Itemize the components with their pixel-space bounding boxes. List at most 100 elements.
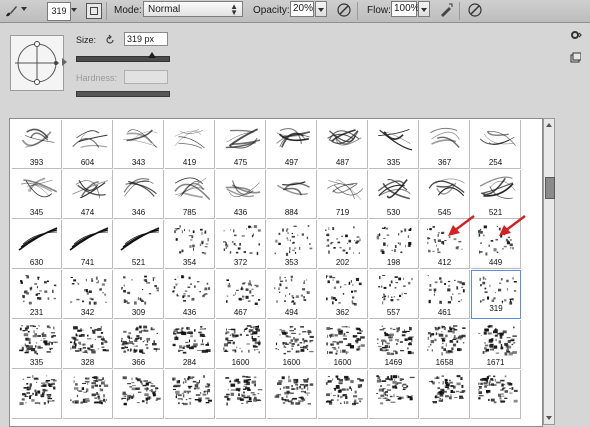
pressure-opacity-icon[interactable] (336, 2, 352, 18)
brush-preset-cell[interactable]: 530 (369, 170, 419, 219)
brush-preset-cell[interactable]: 1671 (471, 320, 521, 369)
brush-preset-cell[interactable]: 1469 (369, 320, 419, 369)
brush-preset-cell[interactable]: 367 (420, 120, 470, 169)
brush-preset-cell[interactable] (12, 370, 62, 419)
brush-angle-preview[interactable] (10, 35, 64, 91)
hardness-slider[interactable] (76, 91, 170, 97)
size-slider-thumb[interactable] (148, 52, 156, 58)
brush-preset-cell[interactable]: 475 (216, 120, 266, 169)
brush-preset-cell[interactable]: 393 (12, 120, 62, 169)
gear-icon[interactable] (570, 29, 582, 41)
brush-size-label: 335 (29, 358, 44, 367)
brush-size-label: 366 (131, 358, 146, 367)
brush-preset-cell[interactable] (114, 370, 164, 419)
options-bar: 319 Mode: Normal ▲ ▼ Opacity: 20% Flow: 1… (0, 0, 590, 23)
brush-preset-cell[interactable] (420, 370, 470, 419)
brush-preset-cell[interactable]: 436 (216, 170, 266, 219)
flow-input[interactable]: 100% (391, 1, 420, 17)
brush-preset-cell[interactable]: 353 (267, 220, 317, 269)
brush-preset-cell[interactable]: 557 (369, 270, 419, 319)
brush-preset-cell[interactable] (471, 370, 521, 419)
brush-preset-cell[interactable]: 521 (114, 220, 164, 269)
tool-preset-caret-icon[interactable] (21, 7, 27, 11)
brush-preset-cell[interactable]: 346 (114, 170, 164, 219)
brush-preset-cell[interactable]: 1600 (318, 320, 368, 369)
brush-preset-cell[interactable]: 343 (114, 120, 164, 169)
brush-tip-thumbnail-icon (378, 275, 413, 305)
brush-tip-thumbnail-icon (70, 276, 107, 305)
brush-preset-cell[interactable]: 1658 (420, 320, 470, 369)
grid-scrollbar[interactable] (543, 118, 555, 425)
brush-tip-thumbnail-icon (225, 128, 261, 149)
brush-size-label: 521 (131, 258, 146, 267)
scroll-up-icon[interactable] (546, 123, 552, 127)
brush-preset-cell[interactable]: 362 (318, 270, 368, 319)
brush-preset-cell[interactable]: 231 (12, 270, 62, 319)
brush-preset-cell[interactable] (165, 370, 215, 419)
brush-preset-cell[interactable]: 604 (63, 120, 113, 169)
brush-preset-cell[interactable]: 497 (267, 120, 317, 169)
brush-preset-cell[interactable]: 494 (267, 270, 317, 319)
brush-tool-icon[interactable] (3, 3, 19, 19)
size-input[interactable]: 319 px (124, 32, 168, 46)
brush-tip-thumbnail-icon (378, 129, 413, 151)
brush-preset-cell[interactable]: 1600 (216, 320, 266, 369)
opacity-input[interactable]: 20% (290, 1, 314, 17)
brush-preset-cell[interactable]: 202 (318, 220, 368, 269)
airbrush-icon[interactable] (438, 2, 454, 18)
brush-preset-cell[interactable]: 785 (165, 170, 215, 219)
brush-preset-cell[interactable]: 884 (267, 170, 317, 219)
brush-preset-cell[interactable]: 487 (318, 120, 368, 169)
brush-preset-cell[interactable]: 335 (369, 120, 419, 169)
pressure-size-icon[interactable] (467, 2, 483, 18)
brush-size-label: 557 (386, 308, 401, 317)
brush-preset-cell[interactable] (369, 370, 419, 419)
brush-preset-cell[interactable]: 1600 (267, 320, 317, 369)
brush-preset-cell[interactable]: 354 (165, 220, 215, 269)
brush-preset-cell[interactable]: 545 (420, 170, 470, 219)
brush-tip-thumbnail-icon (478, 375, 518, 404)
brush-preset-cell[interactable]: 630 (12, 220, 62, 269)
brush-preset-cell[interactable]: 254 (471, 120, 521, 169)
brush-preset-cell[interactable]: 328 (63, 320, 113, 369)
brush-preset-cell[interactable]: 436 (165, 270, 215, 319)
scroll-down-icon[interactable] (546, 416, 552, 420)
brush-preset-cell[interactable]: 309 (114, 270, 164, 319)
toggle-brush-panel-button[interactable] (86, 3, 102, 19)
brush-preset-cell[interactable]: 719 (318, 170, 368, 219)
opacity-dropdown[interactable] (315, 1, 327, 17)
brush-preset-cell[interactable]: 198 (369, 220, 419, 269)
brush-preset-cell[interactable] (63, 370, 113, 419)
brush-picker-caret-icon[interactable] (71, 8, 77, 12)
brush-size-picker[interactable]: 319 (47, 2, 71, 21)
brush-size-label: 1600 (333, 358, 352, 367)
brush-size-label: 393 (29, 158, 44, 167)
brush-size-label: 328 (80, 358, 95, 367)
brush-preset-cell[interactable] (267, 370, 317, 419)
mode-label: Mode: (114, 5, 142, 16)
brush-preset-cell[interactable] (318, 370, 368, 419)
brush-tip-thumbnail-icon (223, 225, 261, 256)
brush-preset-cell[interactable]: 345 (12, 170, 62, 219)
brush-preset-cell[interactable]: 342 (63, 270, 113, 319)
mode-select[interactable]: Normal ▲ ▼ (143, 1, 243, 17)
brush-preset-cell[interactable]: 741 (63, 220, 113, 269)
brush-preset-cell[interactable]: 419 (165, 120, 215, 169)
brush-preset-cell[interactable]: 319 (471, 270, 521, 319)
scrollbar-thumb[interactable] (545, 177, 555, 199)
brush-preset-cell[interactable]: 521 (471, 170, 521, 219)
brush-preset-cell[interactable]: 461 (420, 270, 470, 319)
reset-size-icon[interactable] (104, 34, 116, 46)
brush-preset-cell[interactable]: 467 (216, 270, 266, 319)
brush-preset-cell[interactable]: 284 (165, 320, 215, 369)
brush-preset-cell[interactable]: 474 (63, 170, 113, 219)
brush-preset-cell[interactable]: 366 (114, 320, 164, 369)
brush-size-label: 1600 (231, 358, 250, 367)
new-preset-icon[interactable] (569, 52, 581, 64)
brush-size-label: 475 (233, 158, 248, 167)
flow-dropdown[interactable] (418, 1, 430, 17)
hardness-input[interactable] (124, 70, 168, 84)
brush-preset-cell[interactable]: 372 (216, 220, 266, 269)
brush-preset-cell[interactable]: 335 (12, 320, 62, 369)
brush-preset-cell[interactable] (216, 370, 266, 419)
